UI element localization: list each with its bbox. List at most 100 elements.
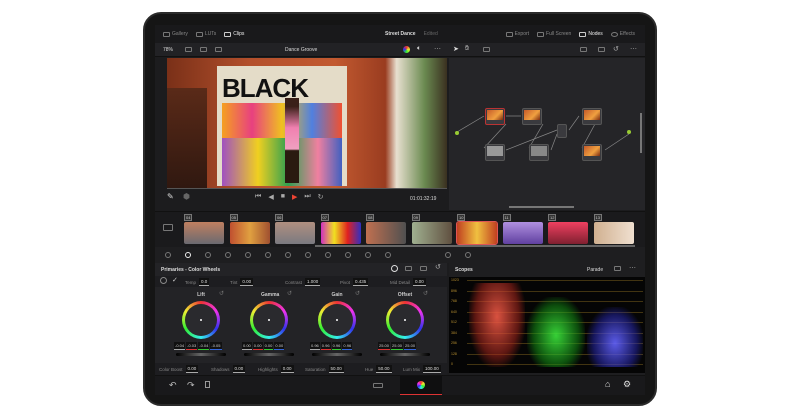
window-icon[interactable] [285,252,291,258]
export-button[interactable]: Export [505,31,529,37]
input-node-dot[interactable] [455,131,459,135]
wheels-mode-icon[interactable] [391,265,398,272]
clips-button[interactable]: Clips [224,31,244,37]
wheel-value[interactable]: 0.00 [242,342,252,350]
node-05[interactable] [582,108,602,125]
mixer-node[interactable] [557,124,567,138]
loop-icon[interactable]: ↻ [318,193,324,201]
color-wheel-offset[interactable] [386,301,424,339]
wheel-reset-icon[interactable]: ↺ [287,290,292,297]
param-value[interactable]: 0.00 [185,365,199,373]
primaries-icon[interactable] [185,252,191,258]
more-icon[interactable]: ⋯ [629,264,636,272]
step-back-icon[interactable]: ◀ [268,193,273,201]
qualifier-icon[interactable] [265,252,271,258]
wheel-value[interactable]: 25.00 [378,342,391,350]
wheel-value[interactable]: -0.05 [210,342,222,350]
skip-back-icon[interactable]: ⏮ [255,193,261,201]
param-tint[interactable]: Tint 0.00 [230,278,254,286]
wheel-value[interactable]: 25.00 [404,342,417,350]
color-wheel-gain[interactable] [318,301,356,339]
wheel-value[interactable]: 0.96 [342,342,353,350]
zoom-level[interactable]: 78% [163,47,173,53]
sizing-icon[interactable] [385,252,391,258]
timeline-clip[interactable] [411,222,452,244]
color-page-tab[interactable] [400,376,442,395]
param-value[interactable]: 0.00 [240,278,254,286]
pen-icon[interactable]: ✎ [167,192,174,201]
timeline-clip[interactable] [456,221,498,245]
key-icon[interactable] [365,252,371,258]
param-value[interactable]: 0.0 [199,278,210,286]
scopes-toggle-icon[interactable] [445,252,451,258]
wheel-value[interactable]: 0.96 [320,342,331,350]
node-06[interactable] [582,144,602,161]
curves-icon[interactable] [225,252,231,258]
node-h-scrollbar[interactable] [509,206,574,208]
nodes-button[interactable]: Nodes [579,31,603,37]
timeline-clip[interactable] [184,222,224,244]
fullscreen-button[interactable]: Full Screen [537,31,571,37]
wheel-value[interactable]: -0.03 [186,342,198,350]
log-mode-icon[interactable] [420,266,427,271]
timeline-clip[interactable] [593,222,634,244]
param-pivot[interactable]: Pivot 0.435 [340,278,369,286]
more-icon[interactable]: ⋯ [434,45,441,53]
timeline-clip[interactable] [502,222,543,244]
tracker-icon[interactable] [305,252,311,258]
magic-mask-icon[interactable] [325,252,331,258]
hand-icon[interactable]: ✋︎ [465,45,469,53]
edit-page-icon[interactable] [373,383,383,388]
node-editor[interactable] [449,58,645,210]
wheel-reset-icon[interactable]: ↺ [219,290,224,297]
color-warper-icon[interactable] [245,252,251,258]
wheel-value[interactable]: 0.96 [331,342,342,350]
undo-icon[interactable]: ↶ [169,380,177,391]
redo-icon[interactable]: ↷ [187,380,195,391]
stop-icon[interactable]: ■ [281,193,285,201]
reset-icon[interactable]: ↺ [613,45,619,53]
param-contrast[interactable]: Contrast 1.000 [285,278,321,286]
param-temp[interactable]: Temp 0.0 [185,278,210,286]
trash-icon[interactable] [205,381,210,388]
node-select-icon[interactable] [483,47,490,52]
camera-raw-icon[interactable] [165,252,171,258]
scope-settings-icon[interactable] [614,266,621,271]
param-value[interactable]: 1.000 [305,278,321,286]
master-wheel-slider[interactable] [380,353,430,356]
node-scrollbar[interactable] [640,113,642,153]
param-value[interactable]: 0.00 [413,278,426,286]
wheel-value[interactable]: 0.00 [263,342,274,350]
split-icon[interactable] [200,47,207,52]
wheel-value[interactable]: 25.00 [391,342,404,350]
param-value[interactable]: 50.00 [376,365,392,373]
node-04[interactable] [529,144,549,161]
param-color-boost[interactable]: Color Boost 0.00 [159,365,199,373]
grid-icon[interactable] [598,47,605,52]
color-wheel-gamma[interactable] [250,301,288,339]
hdr-icon[interactable] [205,252,211,258]
mask-icon[interactable]: ⬢ [183,192,190,201]
param-value[interactable]: 0.00 [232,365,246,373]
color-icon[interactable] [403,46,410,53]
effects-button[interactable]: Effects [610,31,635,37]
scope-mode-select[interactable]: Parade [587,267,603,273]
master-wheel-slider[interactable] [312,353,362,356]
scrubber[interactable] [167,188,447,189]
pointer-icon[interactable]: ➤ [453,45,459,53]
node-03[interactable] [485,144,505,161]
play-icon[interactable]: ▶ [292,193,297,201]
param-lum-mix[interactable]: Lum Mix 100.00 [403,365,441,373]
luts-button[interactable]: LUTs [195,31,216,37]
info-icon[interactable] [465,252,471,258]
node-view-icon[interactable] [580,47,587,52]
blur-icon[interactable] [345,252,351,258]
param-value[interactable]: 0.435 [353,278,369,286]
timeline-clip[interactable] [548,222,588,244]
param-shadows[interactable]: Shadows 0.00 [211,365,246,373]
timeline-clip[interactable] [229,222,270,244]
timeline-clip[interactable] [366,222,406,244]
param-highlights[interactable]: Highlights 0.00 [258,365,294,373]
param-saturation[interactable]: Saturation 50.00 [305,365,344,373]
reset-icon[interactable]: ↺ [435,263,441,271]
